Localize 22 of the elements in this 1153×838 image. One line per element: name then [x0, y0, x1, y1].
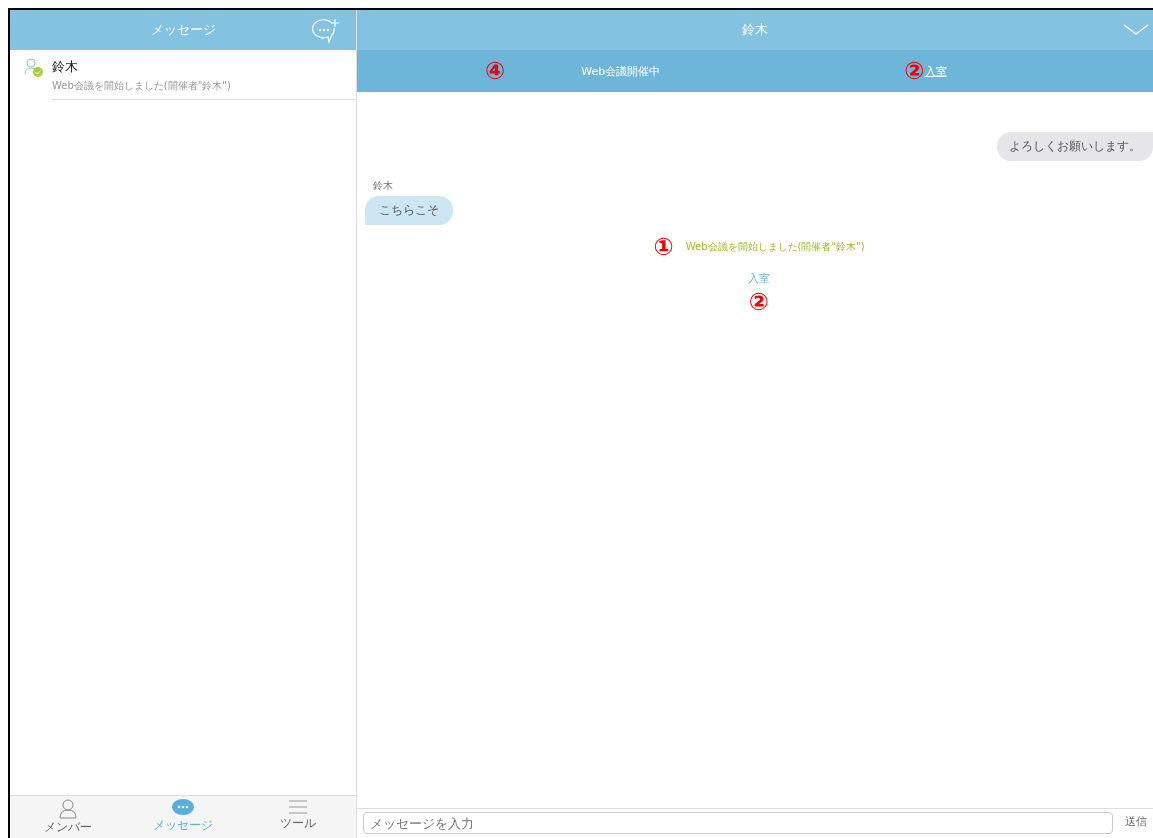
- sent-message-bubble: よろしくお願いします。: [997, 132, 1153, 161]
- message-input-field[interactable]: メッセージを入力: [363, 812, 1113, 834]
- annotation-mark: ②: [904, 57, 925, 85]
- chat-icon: [172, 799, 194, 817]
- tab[interactable]: メンバー: [10, 796, 126, 838]
- chat-title: 鈴木: [742, 21, 768, 39]
- new-chat-icon[interactable]: [312, 18, 340, 44]
- contact-name: 鈴木: [52, 58, 79, 76]
- sender-name: 鈴木: [373, 179, 393, 193]
- meeting-status: Web会議開催中: [581, 63, 661, 79]
- annotation-mark: ①: [653, 233, 674, 261]
- received-message-bubble: こちらこそ: [365, 196, 453, 225]
- tab[interactable]: ツール: [240, 796, 356, 838]
- sidebar-title: メッセージ: [150, 21, 216, 39]
- annotation-mark: ②: [748, 288, 770, 316]
- chevron-down-icon[interactable]: [1123, 24, 1149, 36]
- send-button[interactable]: 送信: [1125, 812, 1147, 831]
- person-icon: [58, 799, 77, 819]
- message-preview: Web会議を開始しました(開催者"鈴木"): [52, 79, 232, 93]
- menu-icon: [289, 799, 308, 815]
- annotation-mark: ④: [485, 57, 506, 85]
- system-message: Web会議を開始しました(開催者"鈴木"): [685, 240, 865, 254]
